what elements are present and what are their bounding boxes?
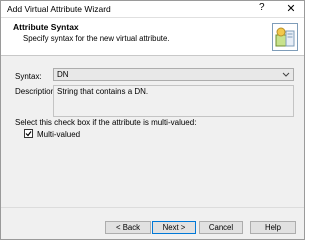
back-button[interactable]: < Back [105, 221, 151, 234]
help-title-button[interactable]: ? [259, 2, 265, 13]
window-title: Add Virtual Attribute Wizard [7, 4, 111, 14]
wizard-window: Add Virtual Attribute Wizard ? ✕ Attribu… [0, 0, 305, 240]
wizard-document-icon [272, 23, 298, 51]
page-title: Attribute Syntax [13, 22, 79, 32]
syntax-dropdown[interactable]: DN [53, 68, 294, 81]
description-field: String that contains a DN. [53, 85, 294, 117]
wizard-header: Attribute Syntax Specify syntax for the … [1, 18, 304, 56]
wizard-content: Syntax: DN Description: String that cont… [1, 56, 304, 206]
close-button[interactable]: ✕ [283, 2, 299, 16]
multivalued-checkbox[interactable] [24, 129, 33, 138]
syntax-value: DN [57, 70, 69, 79]
footer-divider [1, 207, 304, 208]
page-subtitle: Specify syntax for the new virtual attri… [23, 34, 170, 43]
syntax-label: Syntax: [15, 72, 42, 81]
help-button[interactable]: Help [250, 221, 296, 234]
next-button[interactable]: Next > [152, 221, 196, 234]
description-value: String that contains a DN. [57, 87, 149, 96]
chevron-down-icon [282, 69, 290, 82]
cancel-button[interactable]: Cancel [199, 221, 243, 234]
description-label: Description: [15, 87, 58, 96]
title-bar: Add Virtual Attribute Wizard ? ✕ [1, 1, 304, 18]
multivalued-label[interactable]: Multi-valued [37, 130, 80, 139]
multivalued-prompt: Select this check box if the attribute i… [15, 118, 197, 127]
